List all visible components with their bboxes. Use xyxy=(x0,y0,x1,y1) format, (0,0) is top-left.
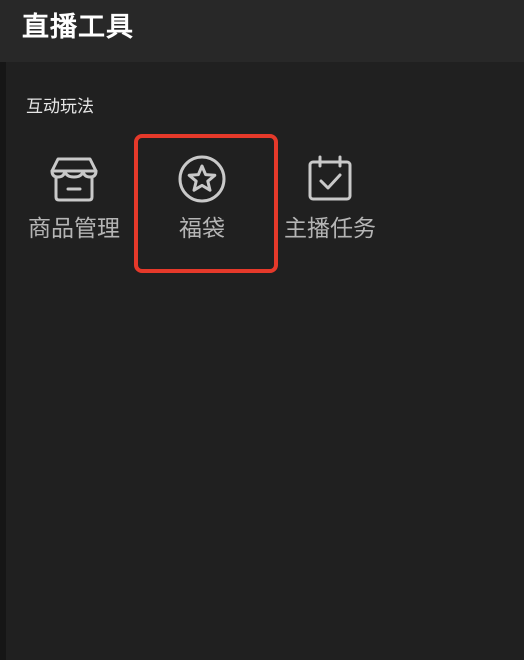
tool-label: 福袋 xyxy=(179,216,225,242)
shop-icon xyxy=(50,157,98,202)
tool-label: 主播任务 xyxy=(284,216,376,242)
header-bar: 直播工具 xyxy=(0,0,524,62)
tool-goods-management[interactable]: 商品管理 xyxy=(15,150,133,260)
tool-anchor-tasks[interactable]: 主播任务 xyxy=(271,150,389,260)
calendar-check-icon xyxy=(308,155,352,201)
page-title: 直播工具 xyxy=(22,12,134,43)
tool-lucky-bag[interactable]: 福袋 xyxy=(143,150,261,260)
section-title: 互动玩法 xyxy=(26,97,94,117)
star-circle-icon xyxy=(178,155,226,203)
tool-label: 商品管理 xyxy=(28,216,120,242)
